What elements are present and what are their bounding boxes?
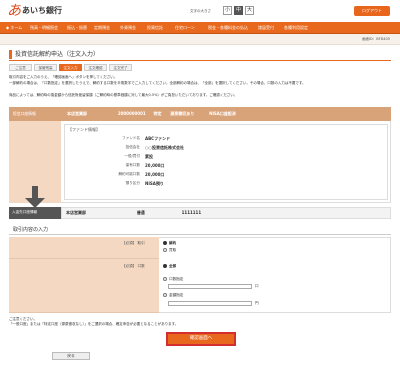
- step-order-input: 注文入力: [59, 64, 82, 71]
- units-required: 【必須】 口数: [122, 264, 145, 268]
- order-input-title-text: 取引内容の入力: [13, 227, 49, 233]
- account-values: 本店営業部 2000000001 特定 源泉徴収あり NISA口座設済: [67, 111, 236, 116]
- deposit-number: 1111111: [181, 210, 202, 215]
- custody-type-value: NISA預り: [145, 181, 164, 186]
- nav-item-foreign-deposit[interactable]: 外貨預金: [120, 22, 136, 34]
- held-units-key: 保有口数: [125, 163, 140, 167]
- nav-item-time-deposit[interactable]: 定期預金: [94, 22, 110, 34]
- nav-item-investment-trust[interactable]: 投資信託: [147, 22, 163, 34]
- nav-item-home[interactable]: ◆ ホーム: [6, 22, 22, 34]
- back-button[interactable]: 戻る: [52, 352, 90, 360]
- font-size-large-button[interactable]: 大: [245, 6, 254, 15]
- cancelable-units-value: 20,000口: [145, 172, 165, 177]
- deposit-values: 本店営業部 普通 1111111: [66, 210, 201, 215]
- font-size-label: 文字の大きさ: [190, 9, 211, 13]
- nav-item-balance[interactable]: 残高・明細照会: [30, 22, 58, 34]
- fund-company-key: 投信会社: [125, 145, 140, 149]
- order-input-section-title: 取引内容の入力: [9, 226, 391, 235]
- nav-item-notifications[interactable]: 諸届受付: [258, 22, 274, 34]
- custody-type-key: 預り区分: [125, 181, 140, 185]
- intro-line-1: 取引内容をご入力のうえ、「確認画面へ」ボタンを押してください。: [9, 75, 118, 79]
- specify-amount-radio[interactable]: [163, 293, 167, 297]
- step-order-complete: 注文完了: [109, 64, 132, 71]
- cancelable-units-key: 解約可能口数: [118, 172, 140, 176]
- fund-name-value: ABCファンド: [145, 136, 171, 141]
- account-number: 2000000001: [117, 111, 146, 116]
- nav-item-tax-payment[interactable]: 税金・各種料金の払込: [208, 22, 248, 34]
- screen-id: 画面ID：BFD405: [361, 37, 390, 41]
- account-type: 特定: [153, 111, 162, 116]
- units-input[interactable]: [168, 284, 252, 289]
- step-order-confirm: 注文確認: [84, 64, 107, 71]
- fund-course-key: 一般/買付: [124, 154, 140, 158]
- nav-item-transfer[interactable]: 振込・振替: [67, 22, 87, 34]
- deposit-account-label: 入金先口座情報: [12, 210, 38, 214]
- held-units-value: 20,000口: [145, 163, 165, 168]
- cancel-option-label: 解約: [169, 241, 177, 245]
- buyback-radio[interactable]: [163, 248, 167, 252]
- bank-name: あいち銀行: [22, 6, 62, 15]
- fund-course-value: 累投: [145, 154, 153, 159]
- fund-company-value: ○○投資信託株式会社: [145, 145, 184, 150]
- amount-input[interactable]: [168, 301, 252, 306]
- deposit-branch: 本店営業部: [66, 210, 86, 215]
- font-size-small-button[interactable]: 小: [223, 6, 232, 15]
- nav-item-housing-loan[interactable]: 住宅ローン: [175, 22, 195, 34]
- trade-type-required: 【必須】 取引: [122, 241, 145, 245]
- step-holdings: 保管残高: [34, 64, 57, 71]
- specify-units-radio[interactable]: [163, 277, 167, 281]
- fund-name-key: ファンド名: [122, 136, 140, 140]
- page-title-text: 投資信託解約申込（注文入力）: [15, 51, 100, 58]
- title-accent: [9, 50, 12, 59]
- intro-line-2: 一部解約の場合は、「口数指定」を選択したうえで、解約する口数を半角数字でご入力し…: [9, 81, 306, 85]
- page-title: 投資信託解約申込（注文入力）: [9, 48, 391, 61]
- fund-info-heading: 【ファンド情報】: [68, 127, 100, 132]
- page: あ あいち銀行 文字の大きさ 小 中 大 ログアウト ◆ ホーム 残高・明細照会…: [0, 0, 400, 375]
- units-suffix: 口: [255, 284, 259, 288]
- font-size-medium-button[interactable]: 中: [234, 6, 243, 15]
- nisa-status: NISA口座設済: [209, 111, 236, 116]
- specify-amount-label: 金額指定: [169, 293, 184, 297]
- buyback-option-label: 買取: [169, 248, 177, 252]
- cancel-radio[interactable]: [163, 241, 167, 245]
- sub-bar: [0, 34, 400, 45]
- trust-account-label: 投信口座情報: [13, 111, 36, 116]
- main-nav: ◆ ホーム 残高・明細照会 振込・振替 定期預金 外貨預金 投資信託 住宅ローン…: [0, 22, 400, 34]
- logout-button[interactable]: ログアウト: [354, 6, 390, 16]
- account-branch: 本店営業部: [67, 111, 87, 116]
- intro-line-3: 商品によっては、解約時の換金額から信託財産留保額（ご解約時の基準価額に対して最大…: [9, 93, 238, 97]
- nav-item-settings[interactable]: 各種利用設定: [284, 22, 308, 34]
- notice-line-2: 「一般口座」または「特定口座（源泉徴収なし）」をご選択の場合、確定申告が必要とな…: [9, 322, 179, 326]
- step-notice: ご注意: [9, 64, 32, 71]
- deposit-type: 普通: [136, 210, 145, 215]
- specify-units-label: 口数指定: [169, 277, 184, 281]
- flow-arrow-stem: [32, 186, 38, 198]
- all-units-radio[interactable]: [163, 264, 167, 268]
- bank-logo-icon: あ: [7, 3, 21, 19]
- amount-suffix: 円: [255, 301, 259, 305]
- confirm-screen-button[interactable]: 確認画面へ: [166, 332, 236, 346]
- all-units-label: 全部: [169, 264, 177, 268]
- withholding-status: 源泉徴収あり: [170, 111, 195, 116]
